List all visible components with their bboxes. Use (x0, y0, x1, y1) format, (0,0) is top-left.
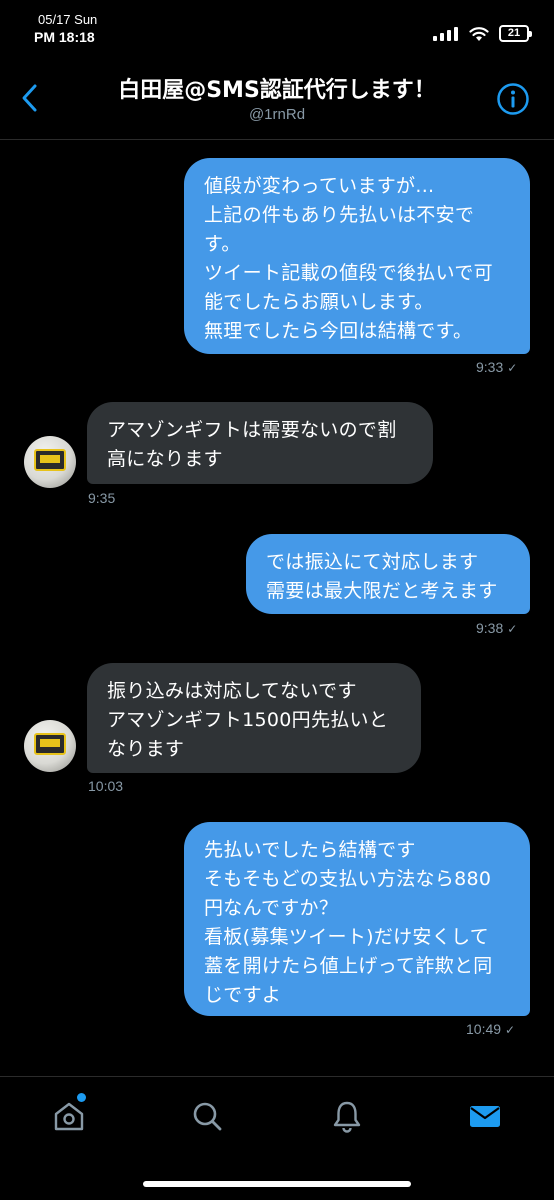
status-date: 05/17 Sun (38, 12, 98, 27)
message-line: アマゾンギフトは需要ないので割 (107, 419, 397, 441)
read-check-icon: ✓ (507, 361, 518, 375)
message-line: じですよ (204, 984, 282, 1006)
message-line: 需要は最大限だと考えます (266, 580, 498, 602)
bell-icon[interactable] (330, 1099, 364, 1133)
cellular-signal-icon (433, 27, 458, 41)
message-line: そもそもどの支払い方法なら880 (204, 868, 492, 890)
conversation-header: 白田屋@SMS認証代行します！ @1rnRd (0, 60, 554, 140)
message-line: 円なんですか？ (204, 897, 339, 919)
battery-indicator: 21 (499, 25, 532, 42)
notification-dot (77, 1093, 86, 1102)
conversation-handle: @1rnRd (248, 106, 306, 123)
message-line: アマゾンギフト1500円先払いと (107, 709, 389, 731)
message-line: 高になります (107, 448, 223, 470)
read-check-icon: ✓ (505, 1023, 516, 1037)
message-line: 蓋を開けたら値上げって詐欺と同 (204, 955, 493, 977)
message-line: 先払いでしたら結構です (204, 839, 416, 861)
message-timestamp: 9:33 ✓ (476, 359, 518, 375)
outgoing-message-bubble[interactable]: 先払いでしたら結構です そもそもどの支払い方法なら880 円なんですか？ 看板(… (184, 822, 530, 1016)
mail-icon[interactable] (468, 1099, 502, 1133)
incoming-message-bubble[interactable]: アマゾンギフトは需要ないので割 高になります (87, 402, 433, 484)
message-timestamp: 9:35 (88, 490, 116, 506)
status-time: PM 18:18 (34, 29, 95, 45)
message-timestamp: 10:49 ✓ (466, 1021, 516, 1037)
message-timestamp: 10:03 (88, 778, 124, 794)
message-line: では振込にて対応します (266, 551, 479, 573)
message-line: 無理でしたら今回は結構です。 (204, 320, 473, 342)
outgoing-message-bubble[interactable]: 値段が変わっていますが... 上記の件もあり先払いは不安で す。 ツイート記載の… (184, 158, 530, 354)
message-line: 振り込みは対応してないです (107, 680, 357, 702)
message-line: 値段が変わっていますが... (204, 175, 435, 197)
info-icon[interactable] (496, 82, 530, 116)
home-icon[interactable] (52, 1099, 86, 1133)
home-indicator (143, 1181, 411, 1187)
message-line: なります (107, 738, 185, 760)
message-line: 上記の件もあり先払いは不安で (204, 204, 475, 226)
incoming-message-bubble[interactable]: 振り込みは対応してないです アマゾンギフト1500円先払いと なります (87, 663, 421, 773)
avatar[interactable] (24, 436, 76, 488)
status-bar: 05/17 Sun PM 18:18 21 (0, 0, 554, 50)
conversation-title[interactable]: 白田屋@SMS認証代行します！ (0, 72, 554, 104)
message-line: 看板(募集ツイート)だけ安くして (204, 926, 490, 948)
search-icon[interactable] (190, 1099, 224, 1133)
message-line: す。 (204, 233, 241, 255)
wifi-icon (469, 27, 489, 41)
tab-bar (0, 1076, 554, 1200)
read-check-icon: ✓ (507, 622, 518, 636)
outgoing-message-bubble[interactable]: では振込にて対応します 需要は最大限だと考えます (246, 534, 530, 614)
message-line: 能でしたらお願いします。 (204, 291, 434, 313)
message-timestamp: 9:38 ✓ (476, 620, 518, 636)
message-line: ツイート記載の値段で後払いで可 (204, 262, 493, 284)
avatar[interactable] (24, 720, 76, 772)
